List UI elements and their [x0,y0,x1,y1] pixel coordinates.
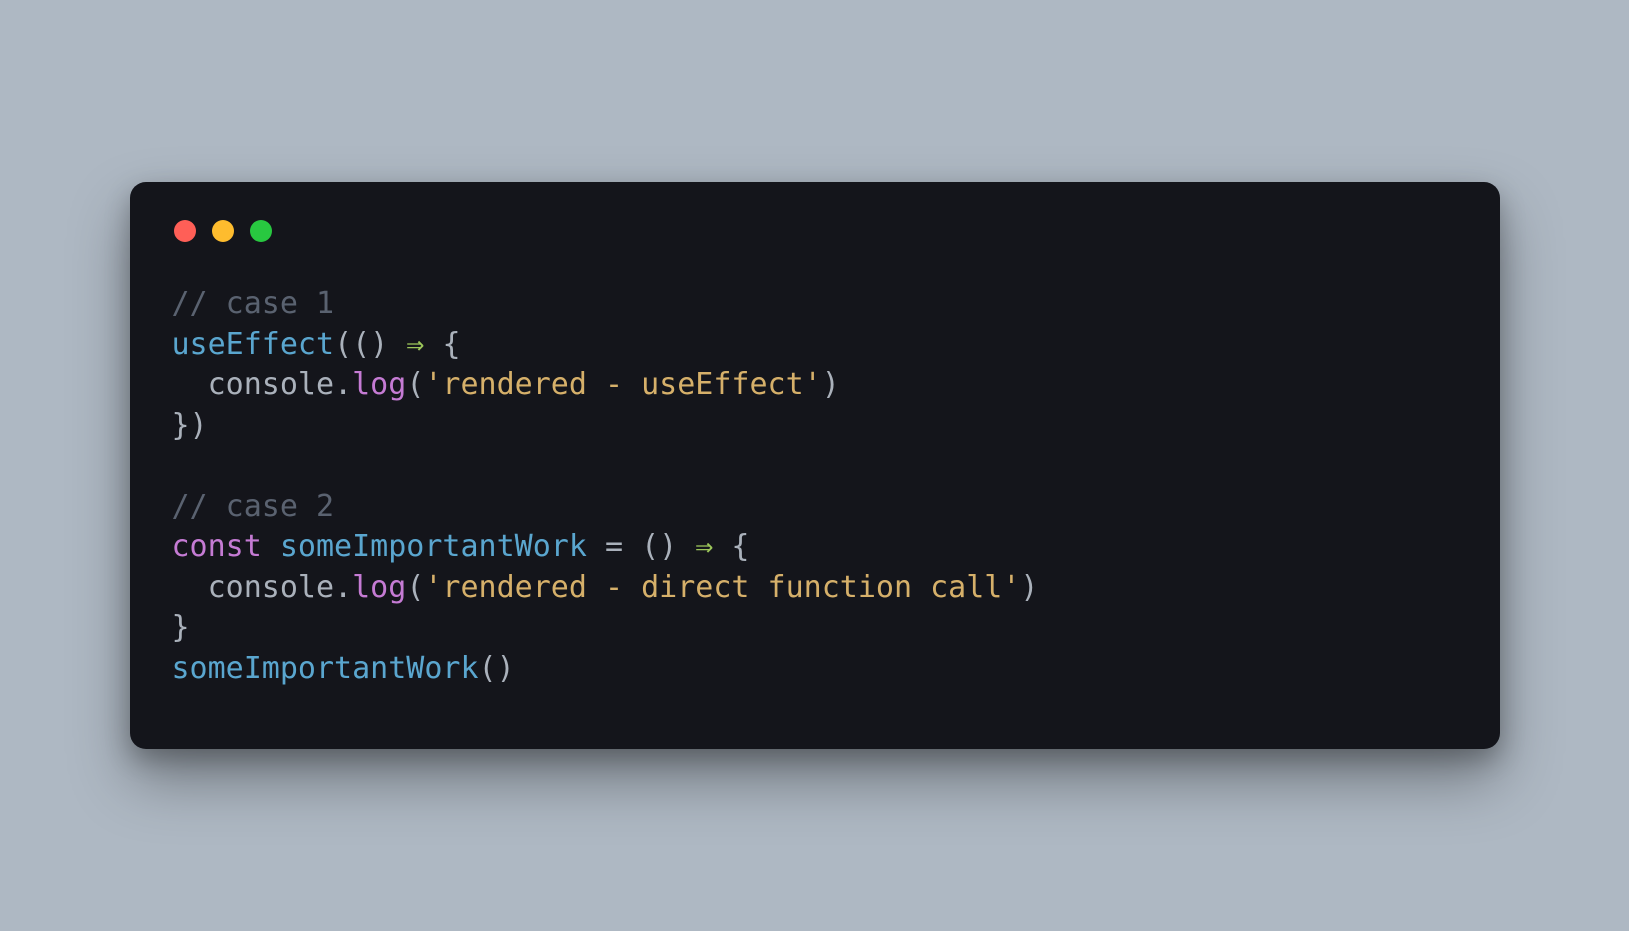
code-token: ( [406,570,424,605]
code-token: log [352,570,406,605]
string-token: 'rendered - useEffect' [424,367,821,402]
code-token: { [442,327,460,362]
arrow-token: ⇒ [695,529,713,564]
code-token: console [172,570,335,605]
code-token: } [172,610,190,645]
code-token: ) [822,367,840,402]
code-token: }) [172,408,208,443]
code-token: (() [334,327,388,362]
canvas: // case 1 useEffect(() ⇒ { console.log('… [0,0,1629,931]
code-token: console [172,367,335,402]
code-token: . [334,570,352,605]
keyword-token: const [172,529,262,564]
comment: // case 2 [172,489,335,524]
code-token: log [352,367,406,402]
code-token: = [605,529,623,564]
window-controls [174,220,1458,242]
code-token: useEffect [172,327,335,362]
code-token: () [623,529,695,564]
code-token: { [713,529,749,564]
code-token: someImportantWork [262,529,605,564]
code-token: someImportantWork [172,651,479,686]
string-token: 'rendered - direct function call' [424,570,1020,605]
minimize-icon[interactable] [212,220,234,242]
comment: // case 1 [172,286,335,321]
zoom-icon[interactable] [250,220,272,242]
arrow-token: ⇒ [388,327,442,362]
code-token: ( [406,367,424,402]
code-window: // case 1 useEffect(() ⇒ { console.log('… [130,182,1500,749]
code-token: ) [1020,570,1038,605]
code-block: // case 1 useEffect(() ⇒ { console.log('… [172,284,1458,689]
code-token: . [334,367,352,402]
code-token: () [479,651,515,686]
close-icon[interactable] [174,220,196,242]
